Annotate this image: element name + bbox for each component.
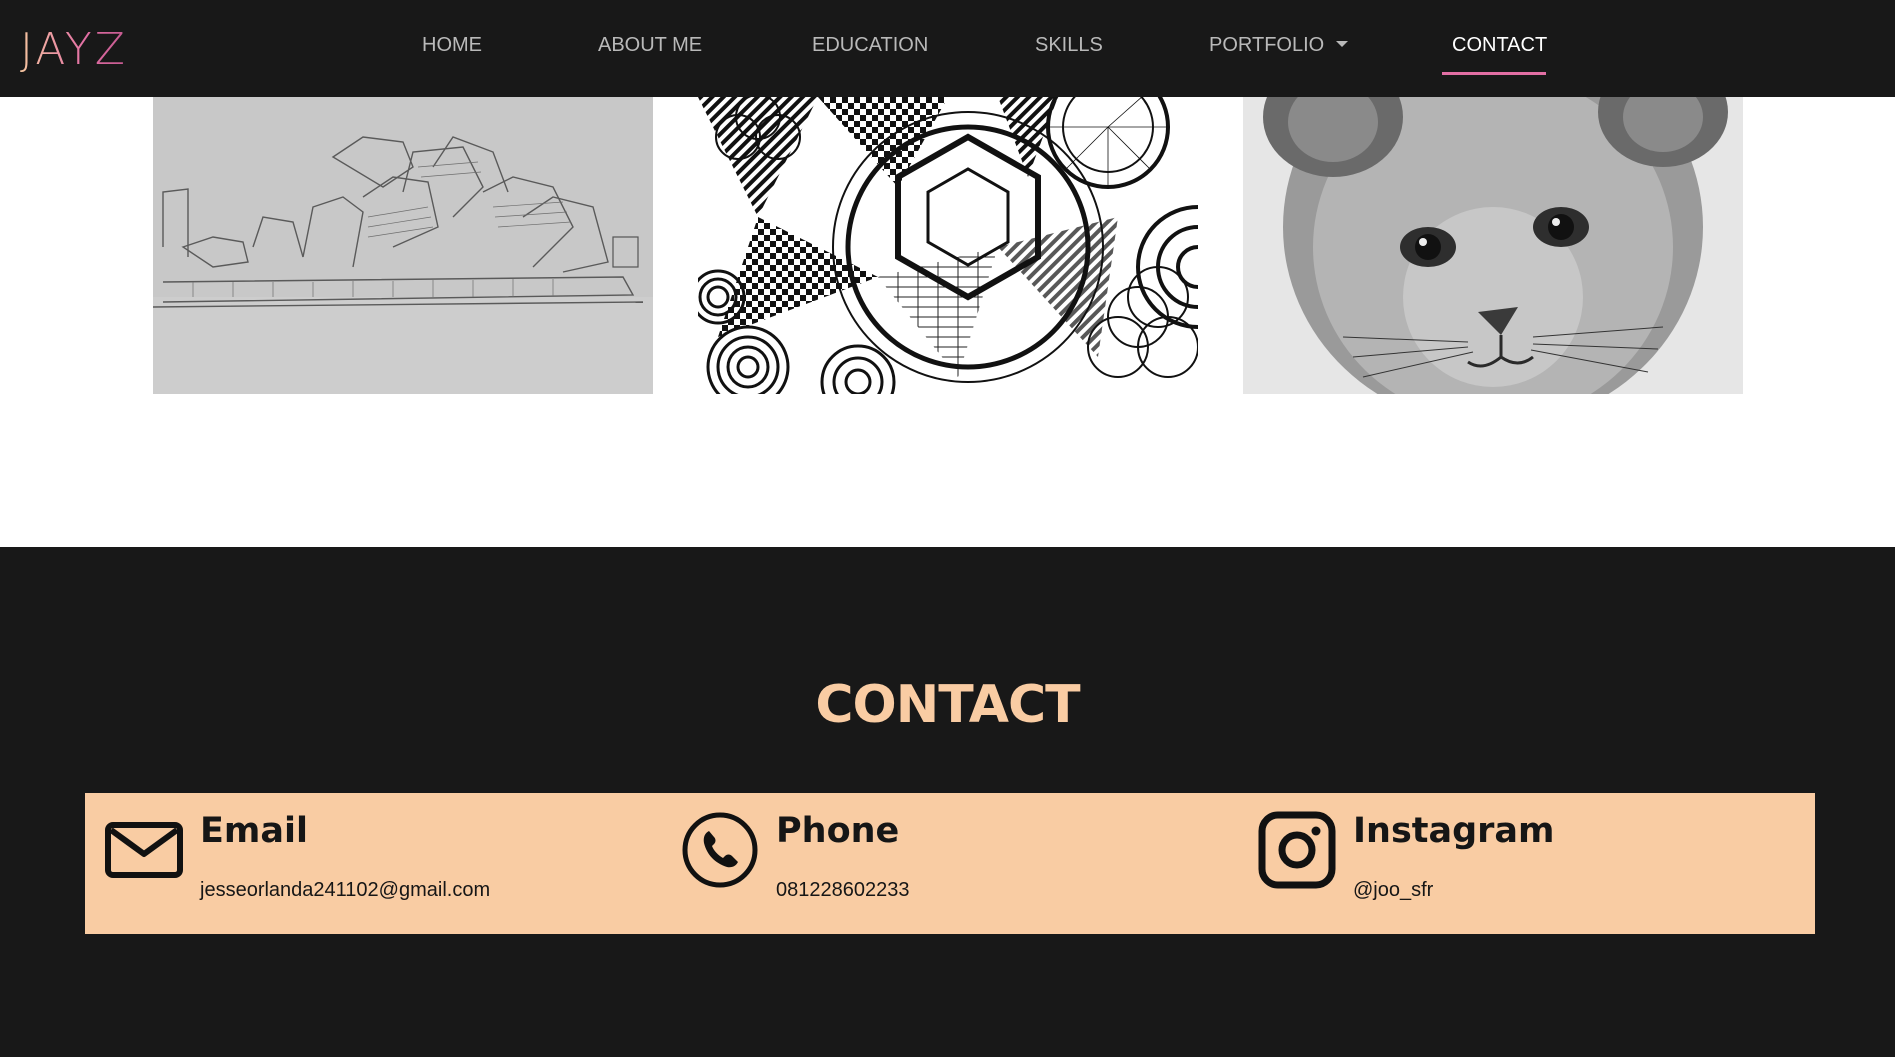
instagram-title: Instagram	[1353, 811, 1555, 851]
contact-section: CONTACT Email jesseorlanda241102@gmail.c…	[0, 547, 1895, 1057]
nav-links: HOME ABOUT ME EDUCATION SKILLS PORTFOLIO…	[0, 0, 1895, 97]
instagram-value[interactable]: @joo_sfr	[1353, 879, 1433, 902]
email-title: Email	[200, 811, 308, 851]
email-value[interactable]: jesseorlanda241102@gmail.com	[200, 879, 490, 902]
instagram-icon	[1258, 811, 1336, 889]
navbar: JAYZ HOME ABOUT ME EDUCATION SKILLS PORT…	[0, 0, 1895, 97]
lion-cub-illustration	[1243, 97, 1743, 394]
phone-value[interactable]: 081228602233	[776, 879, 909, 902]
contact-title: CONTACT	[815, 675, 1080, 735]
nav-about-me[interactable]: ABOUT ME	[598, 34, 702, 57]
active-nav-underline	[1442, 72, 1546, 75]
nav-contact[interactable]: CONTACT	[1452, 34, 1547, 57]
gallery-image-lion-cub[interactable]	[1243, 97, 1743, 394]
building-sketch-illustration	[153, 97, 653, 394]
phone-icon	[681, 811, 759, 889]
nav-portfolio[interactable]: PORTFOLIO	[1209, 34, 1349, 57]
phone-title: Phone	[776, 811, 900, 851]
envelope-icon	[105, 811, 183, 889]
nav-home[interactable]: HOME	[422, 34, 482, 57]
nav-education[interactable]: EDUCATION	[812, 34, 928, 57]
gallery-image-building-sketch[interactable]	[153, 97, 653, 394]
nav-skills[interactable]: SKILLS	[1035, 34, 1103, 57]
nav-portfolio-label: PORTFOLIO	[1209, 34, 1325, 56]
gallery-image-zentangle[interactable]	[698, 97, 1198, 394]
chevron-down-icon	[1336, 40, 1349, 47]
contact-band: Email jesseorlanda241102@gmail.com Phone…	[85, 793, 1815, 934]
zentangle-illustration	[698, 97, 1198, 394]
